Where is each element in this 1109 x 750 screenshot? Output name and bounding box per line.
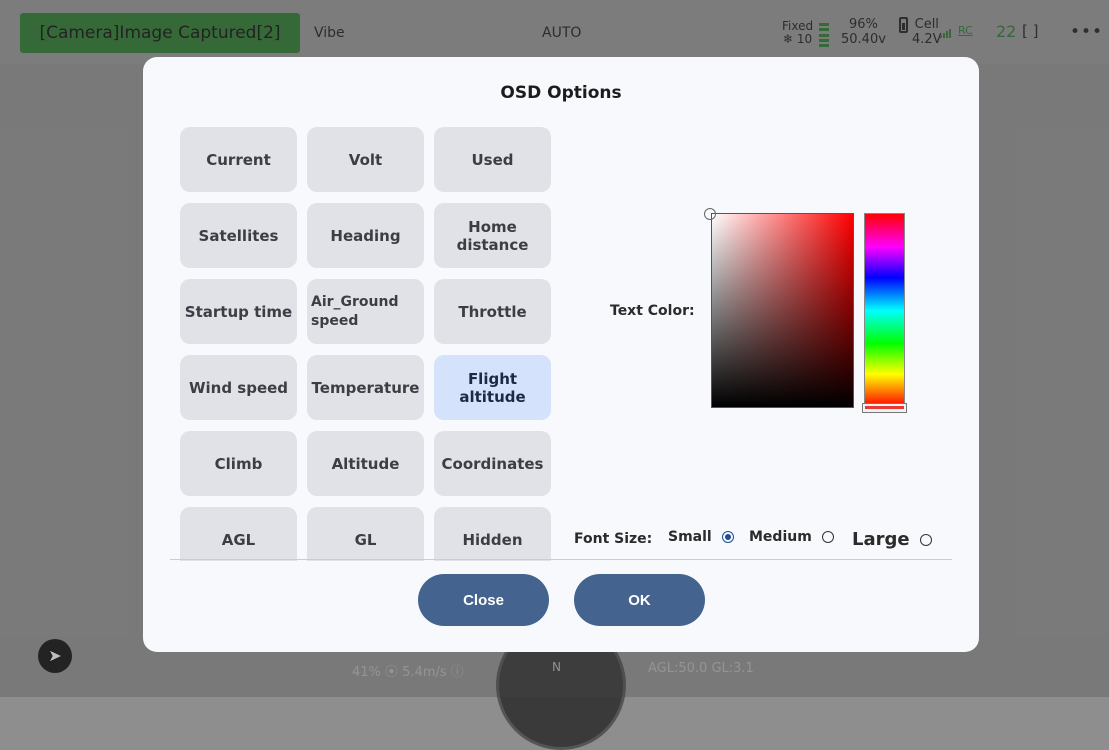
hue-slider-handle[interactable] — [862, 403, 907, 413]
option-throttle[interactable]: Throttle — [434, 279, 551, 344]
color-picker-handle[interactable] — [704, 208, 716, 220]
option-satellites[interactable]: Satellites — [180, 203, 297, 268]
text-color-label: Text Color: — [610, 303, 695, 319]
osd-option-grid[interactable]: Current Volt Used Satellites Heading Hom… — [180, 127, 560, 561]
option-agl[interactable]: AGL — [180, 507, 297, 561]
option-startup-time[interactable]: Startup time — [180, 279, 297, 344]
option-flight-altitude[interactable]: Flight altitude — [434, 355, 551, 420]
font-size-medium-radio[interactable] — [821, 531, 834, 543]
font-size-small-option[interactable]: Small — [668, 529, 734, 545]
dialog-divider — [170, 559, 952, 560]
option-heading[interactable]: Heading — [307, 203, 424, 268]
font-size-large-label: Large — [852, 529, 910, 550]
option-air-ground-speed[interactable]: Air_Ground speed — [307, 279, 424, 344]
option-climb[interactable]: Climb — [180, 431, 297, 496]
font-size-small-radio[interactable] — [721, 531, 734, 543]
font-size-label: Font Size: — [574, 531, 653, 547]
hue-slider[interactable] — [864, 213, 905, 408]
close-button[interactable]: Close — [418, 574, 549, 626]
ok-button[interactable]: OK — [574, 574, 705, 626]
option-altitude[interactable]: Altitude — [307, 431, 424, 496]
option-hidden[interactable]: Hidden — [434, 507, 551, 561]
option-gl[interactable]: GL — [307, 507, 424, 561]
font-size-large-option[interactable]: Large — [852, 529, 932, 550]
option-coordinates[interactable]: Coordinates — [434, 431, 551, 496]
font-size-large-radio[interactable] — [919, 533, 932, 546]
font-size-medium-label: Medium — [749, 529, 812, 545]
option-home-distance[interactable]: Home distance — [434, 203, 551, 268]
option-current[interactable]: Current — [180, 127, 297, 192]
option-wind-speed[interactable]: Wind speed — [180, 355, 297, 420]
option-temperature[interactable]: Temperature — [307, 355, 424, 420]
font-size-medium-option[interactable]: Medium — [749, 529, 834, 545]
option-volt[interactable]: Volt — [307, 127, 424, 192]
color-saturation-picker[interactable] — [711, 213, 854, 408]
font-size-small-label: Small — [668, 529, 712, 545]
option-used[interactable]: Used — [434, 127, 551, 192]
dialog-title: OSD Options — [500, 83, 622, 103]
osd-options-dialog: OSD Options Current Volt Used Satellites… — [143, 57, 979, 652]
